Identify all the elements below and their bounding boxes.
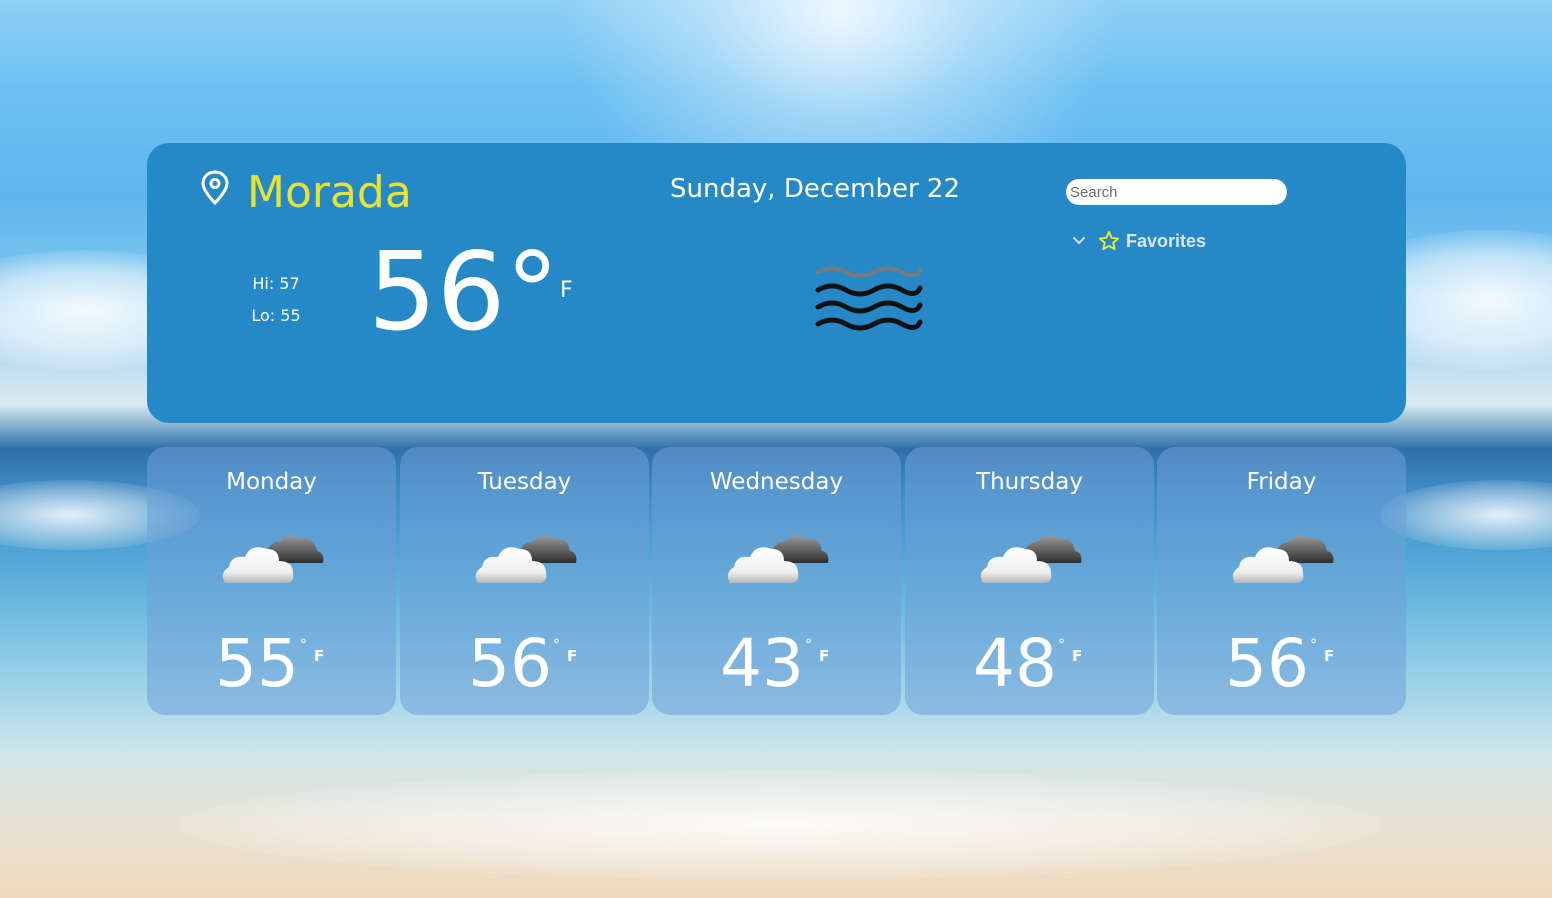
forecast-day-name: Wednesday xyxy=(709,469,844,495)
low-temp: Lo: 55 xyxy=(251,306,301,325)
city-name: Morada xyxy=(247,167,412,218)
degree-symbol: ° xyxy=(553,637,560,653)
forecast-card-friday: Friday 56 ° F xyxy=(1157,447,1406,715)
degree-symbol: ° xyxy=(1058,637,1065,653)
map-pin-icon xyxy=(201,170,229,206)
degree-symbol: ° xyxy=(300,637,307,653)
partly-cloudy-icon xyxy=(727,535,829,583)
forecast-card-monday: Monday 55 ° F xyxy=(147,447,396,715)
forecast-card-thursday: Thursday 48 ° F xyxy=(905,447,1154,715)
degree-symbol: ° xyxy=(1310,637,1317,653)
forecast-temp-unit: F xyxy=(1072,647,1083,665)
partly-cloudy-icon xyxy=(1232,535,1334,583)
forecast-temp-unit: F xyxy=(567,647,578,665)
forecast-day-name: Tuesday xyxy=(477,469,572,495)
partly-cloudy-icon xyxy=(475,535,577,583)
forecast-day-name: Thursday xyxy=(976,469,1083,495)
chevron-down-icon[interactable] xyxy=(1070,232,1088,250)
search-input[interactable] xyxy=(1066,179,1287,205)
forecast-temperature: 48 xyxy=(973,625,1057,702)
forecast-card-tuesday: Tuesday 56 ° F xyxy=(400,447,649,715)
partly-cloudy-icon xyxy=(980,535,1082,583)
forecast-temp-unit: F xyxy=(314,647,325,665)
forecast-temperature: 55 xyxy=(215,625,299,702)
forecast-temp-unit: F xyxy=(819,647,830,665)
high-temp: Hi: 57 xyxy=(252,274,300,293)
forecast-card-wednesday: Wednesday 43 ° F xyxy=(652,447,901,715)
favorites-label: Favorites xyxy=(1126,230,1207,251)
forecast-temperature: 56 xyxy=(1225,625,1309,702)
fog-icon xyxy=(815,266,923,331)
star-icon[interactable] xyxy=(1098,230,1120,252)
favorites-dropdown[interactable]: Favorites xyxy=(1070,226,1206,256)
degree-symbol: ° xyxy=(805,637,812,653)
current-date: Sunday, December 22 xyxy=(670,174,960,204)
shore-foam xyxy=(180,770,1380,880)
current-temperature: 56° xyxy=(368,230,560,355)
forecast-day-name: Monday xyxy=(226,469,317,495)
forecast-temp-unit: F xyxy=(1324,647,1335,665)
partly-cloudy-icon xyxy=(222,535,324,583)
forecast-temperature: 43 xyxy=(720,625,804,702)
forecast-temperature: 56 xyxy=(468,625,552,702)
current-temp-unit: F xyxy=(560,278,573,303)
forecast-day-name: Friday xyxy=(1246,469,1317,495)
